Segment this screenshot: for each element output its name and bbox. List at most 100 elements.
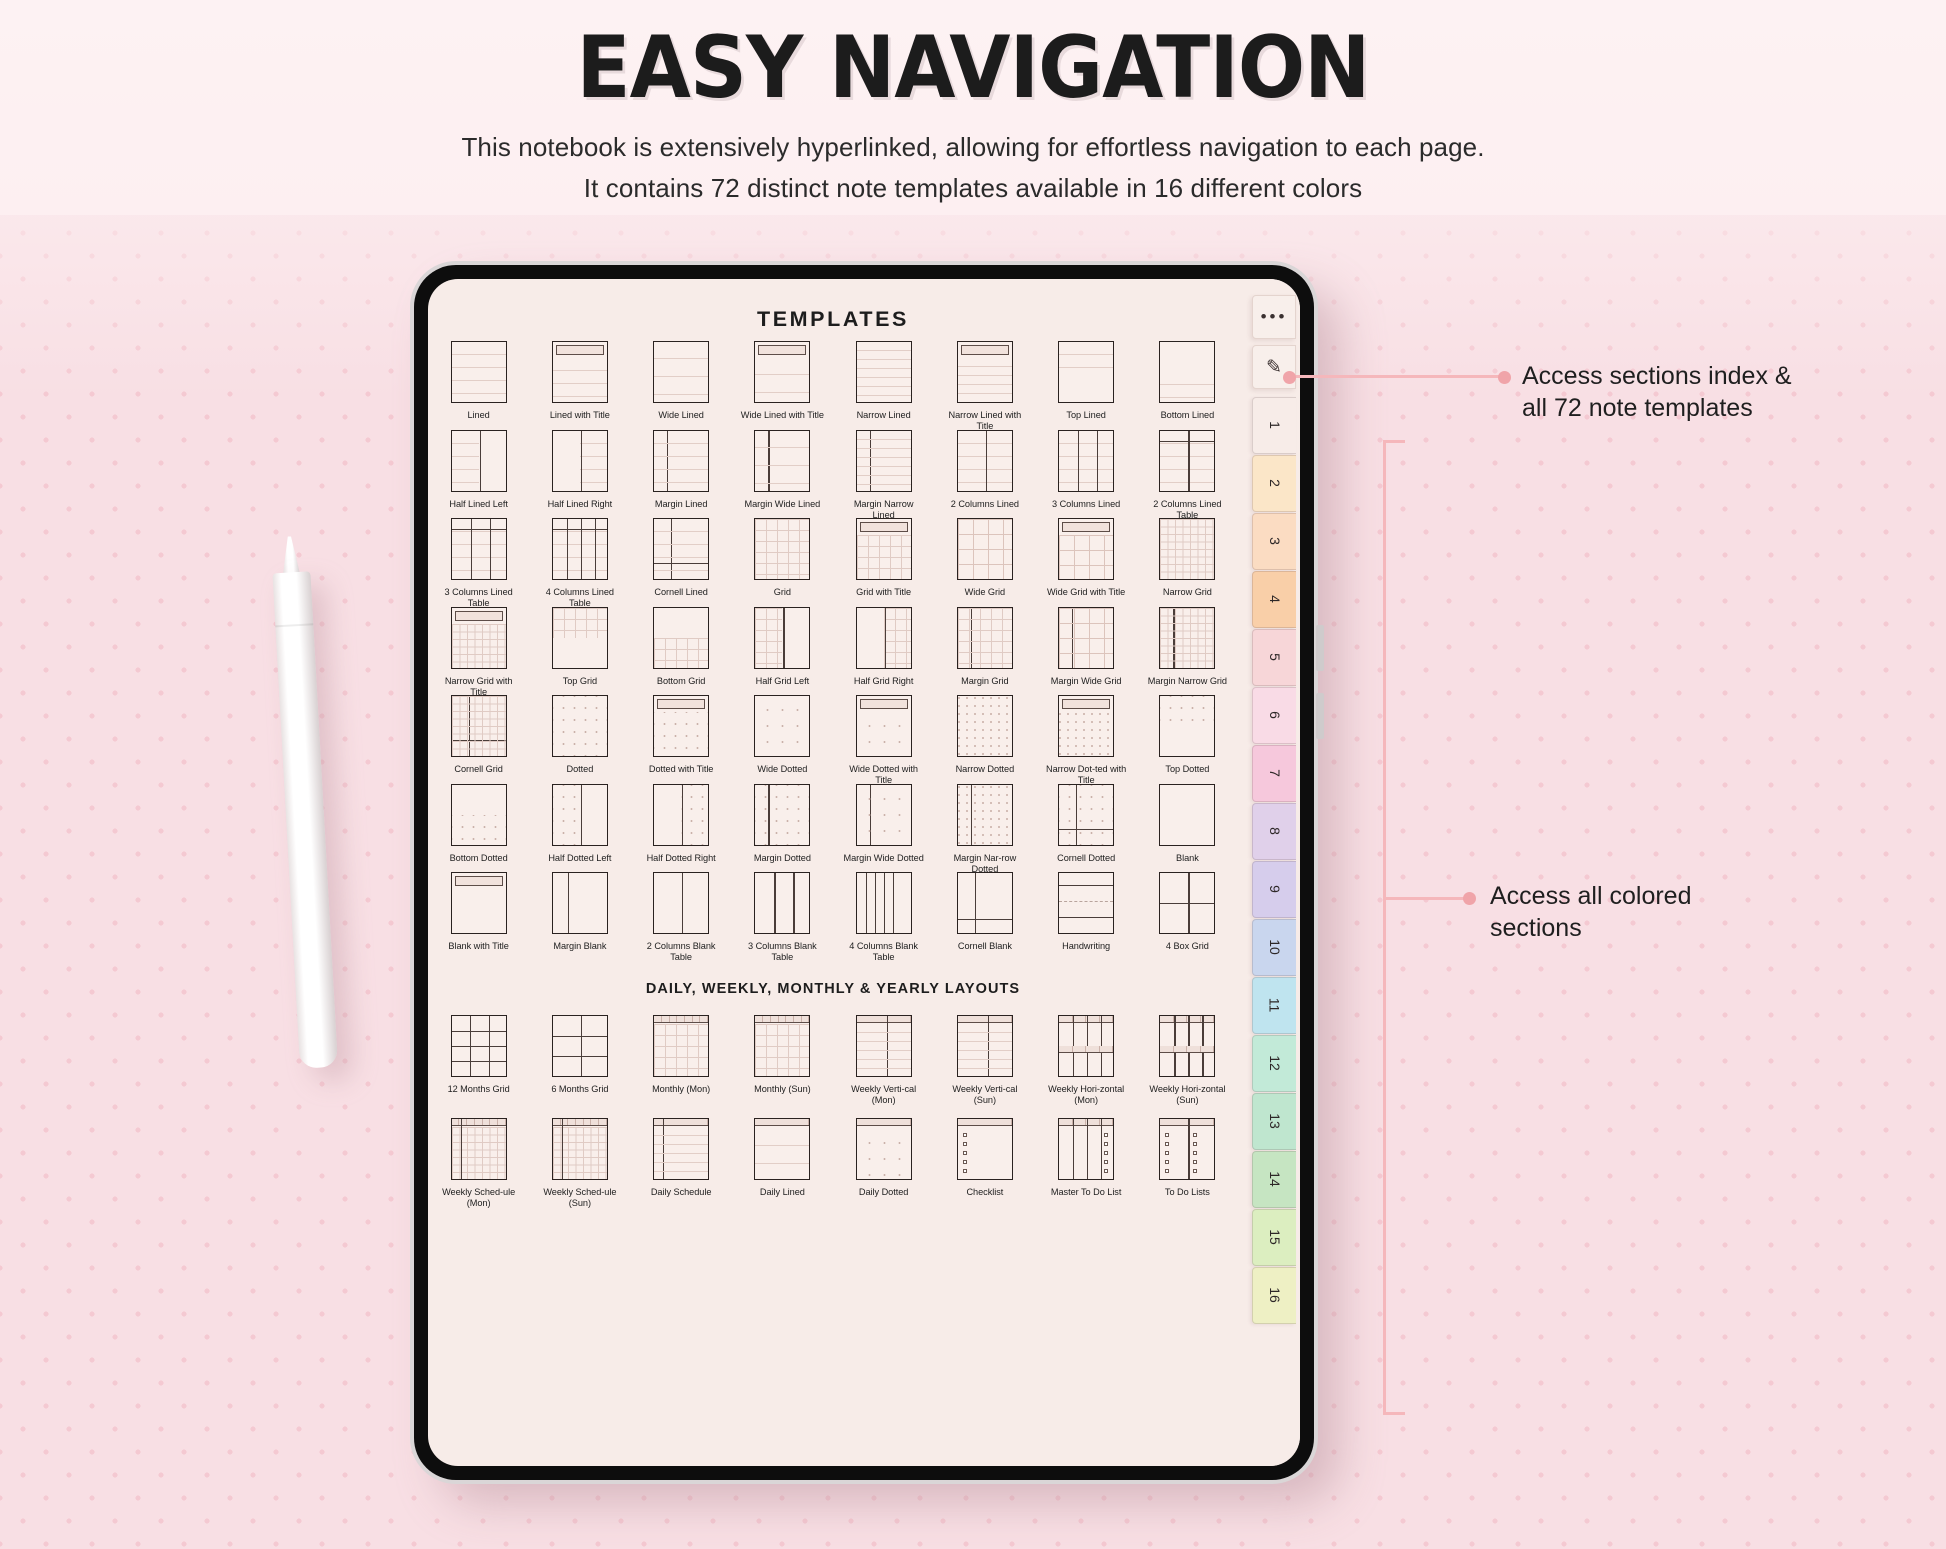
template-thumbnail-dotted-title[interactable] — [653, 695, 710, 757]
template-item[interactable]: Monthly (Mon) — [631, 1015, 732, 1106]
template-thumbnail-margin-narrow-lined[interactable] — [855, 429, 912, 492]
template-thumbnail-blank-title[interactable] — [450, 872, 507, 934]
color-tab-15[interactable]: 15 — [1252, 1209, 1296, 1266]
template-thumbnail-half-lined-left[interactable] — [450, 429, 507, 492]
template-item[interactable]: Checklist — [934, 1118, 1035, 1209]
template-item[interactable]: Weekly Sched-ule (Sun) — [529, 1118, 630, 1209]
template-item[interactable]: Blank with Title — [428, 872, 529, 963]
template-item[interactable]: Daily Dotted — [833, 1118, 934, 1209]
template-thumbnail-top-grid[interactable] — [551, 606, 608, 669]
template-item[interactable]: Weekly Sched-ule (Mon) — [428, 1118, 529, 1209]
template-thumbnail-weekly-horiz[interactable] — [1058, 1015, 1115, 1077]
template-thumbnail-margin-dotted[interactable] — [754, 783, 811, 846]
color-tab-3[interactable]: 3 — [1252, 513, 1296, 570]
volume-up-button[interactable] — [1316, 625, 1324, 671]
template-item[interactable]: Grid — [732, 518, 833, 609]
color-tab-12[interactable]: 12 — [1252, 1035, 1296, 1092]
template-item[interactable]: To Do Lists — [1137, 1118, 1238, 1209]
template-thumbnail-daily-sched[interactable] — [653, 1118, 710, 1180]
template-item[interactable]: 4 Box Grid — [1137, 872, 1238, 963]
template-thumbnail-daily-dotted[interactable] — [855, 1118, 912, 1180]
template-thumbnail-half-lined-right[interactable] — [551, 429, 608, 492]
template-thumbnail-grid-title[interactable] — [855, 518, 912, 580]
template-thumbnail-weekly-sched[interactable] — [450, 1118, 507, 1180]
template-item[interactable]: Daily Lined — [732, 1118, 833, 1209]
template-item[interactable]: Narrow Dot-ted with Title — [1036, 695, 1137, 786]
template-thumbnail-margin-narrow-dotted[interactable] — [956, 783, 1013, 846]
color-tab-14[interactable]: 14 — [1252, 1151, 1296, 1208]
template-item[interactable]: 6 Months Grid — [529, 1015, 630, 1106]
template-thumbnail-margin-blank[interactable] — [551, 872, 608, 934]
template-item[interactable]: Cornell Grid — [428, 695, 529, 786]
template-item[interactable]: Margin Narrow Lined — [833, 429, 934, 521]
color-tab-13[interactable]: 13 — [1252, 1093, 1296, 1150]
color-tab-9[interactable]: 9 — [1252, 861, 1296, 918]
template-item[interactable]: Margin Wide Grid — [1036, 606, 1137, 698]
template-thumbnail-wide-dotted[interactable] — [754, 695, 811, 757]
template-item[interactable]: Lined — [428, 341, 529, 432]
template-thumbnail-3col-blank-table[interactable] — [754, 872, 811, 934]
template-item[interactable]: Wide Lined — [631, 341, 732, 432]
template-item[interactable]: Grid with Title — [833, 518, 934, 609]
color-tab-8[interactable]: 8 — [1252, 803, 1296, 860]
template-thumbnail-cornell-lined[interactable] — [653, 518, 710, 580]
template-item[interactable]: Half Dotted Left — [529, 783, 630, 875]
template-item[interactable]: Weekly Verti-cal (Sun) — [934, 1015, 1035, 1106]
template-item[interactable]: Wide Grid — [934, 518, 1035, 609]
template-thumbnail-weekly-vert[interactable] — [855, 1015, 912, 1077]
template-thumbnail-half-dotted-left[interactable] — [551, 783, 608, 846]
template-item[interactable]: Half Lined Left — [428, 429, 529, 521]
template-thumbnail-lined-title[interactable] — [551, 341, 608, 403]
template-item[interactable]: Top Grid — [529, 606, 630, 698]
template-thumbnail-bottom-lined[interactable] — [1159, 341, 1216, 403]
template-item[interactable]: Margin Dotted — [732, 783, 833, 875]
template-thumbnail-monthly[interactable] — [653, 1015, 710, 1077]
template-thumbnail-wide-grid[interactable] — [956, 518, 1013, 580]
template-item[interactable]: Bottom Dotted — [428, 783, 529, 875]
template-thumbnail-margin-wide-lined[interactable] — [754, 429, 811, 492]
template-item[interactable]: 3 Columns Lined — [1036, 429, 1137, 521]
template-thumbnail-bottom-grid[interactable] — [653, 606, 710, 669]
template-thumbnail-lined[interactable] — [450, 341, 507, 403]
template-item[interactable]: 2 Columns Blank Table — [631, 872, 732, 963]
template-item[interactable]: Master To Do List — [1036, 1118, 1137, 1209]
volume-down-button[interactable] — [1316, 693, 1324, 739]
template-item[interactable]: Lined with Title — [529, 341, 630, 432]
template-item[interactable]: Weekly Verti-cal (Mon) — [833, 1015, 934, 1106]
template-thumbnail-master-todo[interactable] — [1058, 1118, 1115, 1180]
template-thumbnail-dotted[interactable] — [551, 695, 608, 757]
template-thumbnail-monthly[interactable] — [754, 1015, 811, 1077]
template-thumbnail-weekly-vert[interactable] — [956, 1015, 1013, 1077]
template-item[interactable]: Margin Grid — [934, 606, 1035, 698]
template-item[interactable]: Wide Dotted with Title — [833, 695, 934, 786]
template-item[interactable]: Cornell Dotted — [1036, 783, 1137, 875]
color-tab-7[interactable]: 7 — [1252, 745, 1296, 802]
template-thumbnail-margin-lined[interactable] — [653, 429, 710, 492]
color-tab-10[interactable]: 10 — [1252, 919, 1296, 976]
template-thumbnail-checklist[interactable] — [956, 1118, 1013, 1180]
template-item[interactable]: Cornell Lined — [631, 518, 732, 609]
template-thumbnail-narrow-dotted-title[interactable] — [1058, 695, 1115, 757]
template-thumbnail-3col-lined[interactable] — [1058, 429, 1115, 492]
template-item[interactable]: 3 Columns Lined Table — [428, 518, 529, 609]
template-item[interactable]: Narrow Lined — [833, 341, 934, 432]
template-item[interactable]: Dotted with Title — [631, 695, 732, 786]
template-item[interactable]: Narrow Dotted — [934, 695, 1035, 786]
template-thumbnail-3col-lined-table[interactable] — [450, 518, 507, 580]
template-thumbnail-grid[interactable] — [754, 518, 811, 580]
template-thumbnail-narrow-lined-title[interactable] — [956, 341, 1013, 403]
template-item[interactable]: Margin Narrow Grid — [1137, 606, 1238, 698]
template-item[interactable]: Handwriting — [1036, 872, 1137, 963]
template-thumbnail-wide-lined-title[interactable] — [754, 341, 811, 403]
template-item[interactable]: Top Dotted — [1137, 695, 1238, 786]
color-tab-16[interactable]: 16 — [1252, 1267, 1296, 1324]
template-thumbnail-handwriting[interactable] — [1058, 872, 1115, 934]
template-thumbnail-cornell-dotted[interactable] — [1058, 783, 1115, 846]
template-thumbnail-2col-lined-table[interactable] — [1159, 429, 1216, 492]
template-thumbnail-12months[interactable] — [450, 1015, 507, 1077]
template-thumbnail-wide-dotted-title[interactable] — [855, 695, 912, 757]
template-item[interactable]: Monthly (Sun) — [732, 1015, 833, 1106]
template-thumbnail-6months[interactable] — [551, 1015, 608, 1077]
template-thumbnail-narrow-dotted[interactable] — [956, 695, 1013, 757]
template-thumbnail-weekly-sched[interactable] — [551, 1118, 608, 1180]
